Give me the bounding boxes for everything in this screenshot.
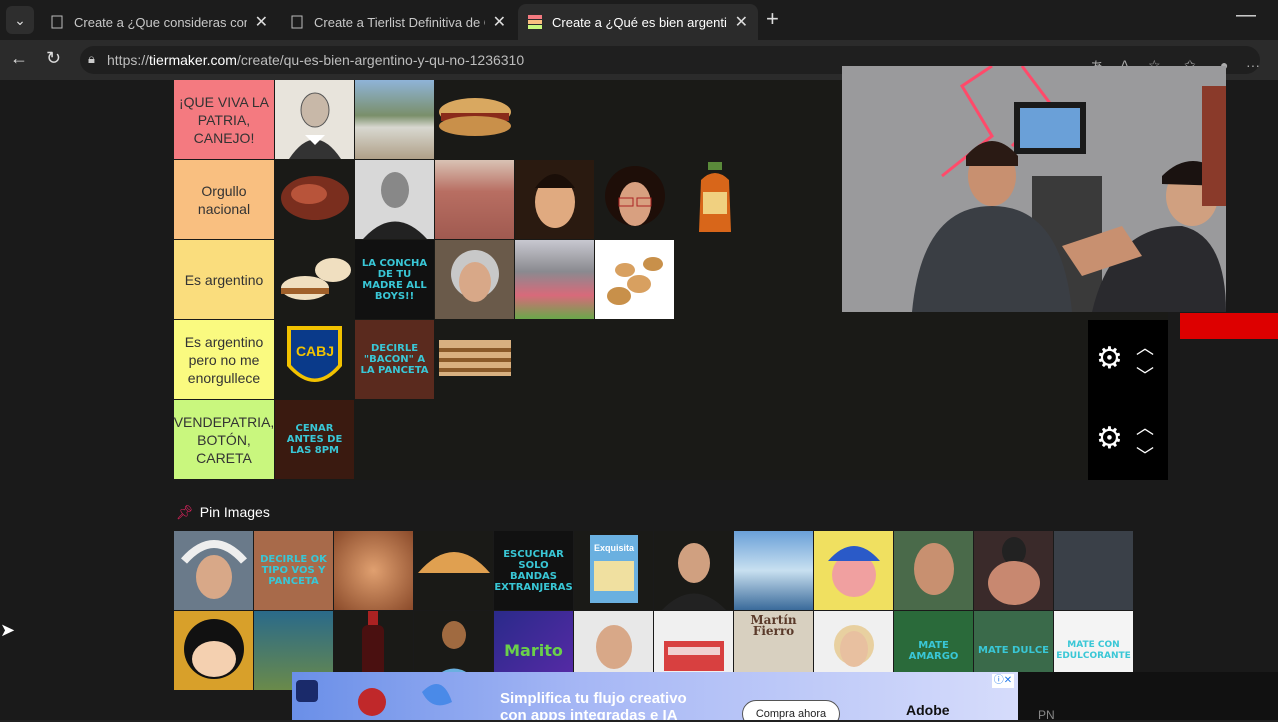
tier-image-alfajores[interactable] (275, 240, 354, 319)
settings-gear-icon[interactable]: ⚙ (1096, 424, 1123, 454)
ad-brand: Adobe (906, 702, 950, 718)
move-down-chevron-icon[interactable]: ﹀ (1136, 442, 1154, 468)
tiermaker-favicon-icon (528, 15, 542, 29)
close-icon[interactable]: ✕ (255, 12, 268, 32)
tier-image-casa-rosada[interactable] (435, 160, 514, 239)
tier-image-la-concha-de-tu-madre-all-boys[interactable]: LA CONCHA DE TU MADRE ALL BOYS!! (355, 240, 434, 319)
move-up-chevron-icon[interactable]: ︿ (1136, 334, 1154, 360)
ad-cta-button[interactable]: Compra ahora (742, 700, 840, 720)
ad-headline: Simplifica tu flujo creativo con apps in… (500, 690, 687, 720)
ad-info-icon[interactable]: ⓘ✕ (992, 674, 1014, 688)
tier-controls: ⚙ ︿ ﹀ (1088, 400, 1168, 480)
close-icon[interactable]: ✕ (493, 12, 506, 32)
tier-image-bread-rolls[interactable] (595, 240, 674, 319)
pool-image-mafalda[interactable] (174, 611, 253, 690)
tier-image-sauce-bottle[interactable] (675, 160, 754, 239)
close-icon[interactable]: ✕ (735, 12, 748, 32)
pin-icon: 📌︎ (176, 504, 194, 520)
document-icon (51, 15, 63, 29)
reload-icon[interactable]: ↻ (46, 48, 61, 69)
pool-image-cartoon-kid[interactable] (814, 531, 893, 610)
ad-artwork-icon (296, 680, 452, 716)
url-domain: tiermaker.com (149, 52, 237, 68)
minimize-icon[interactable]: — (1236, 4, 1256, 27)
tab-3-title: Create a ¿Qué es bien argentino y (552, 14, 727, 30)
pin-images-toggle[interactable]: 📌︎ Pin Images (176, 504, 270, 521)
url-text: https://tiermaker.com/create/qu-es-bien-… (107, 52, 524, 68)
tier-row: VENDEPATRIA, BOTÓN, CARETA CENAR ANTES D… (174, 400, 1168, 480)
move-up-chevron-icon[interactable]: ︿ (1136, 414, 1154, 440)
pool-image-man-face[interactable] (894, 531, 973, 610)
tier-label[interactable]: Es argentino pero no me enorgullece (174, 320, 274, 399)
crest-text: CABJ (296, 343, 334, 359)
image-caption: DECIRLE OK TIPO VOS Y PANCETA (260, 554, 327, 587)
image-caption: ESCUCHAR SOLO BANDAS EXTRANJERAS (494, 548, 573, 593)
tier-image-cenar-antes-de-las-8pm[interactable]: CENAR ANTES DE LAS 8PM (275, 400, 354, 479)
ad-headline-line-1: Simplifica tu flujo creativo (500, 690, 687, 707)
ad-banner[interactable]: Simplifica tu flujo creativo con apps in… (292, 672, 1018, 720)
tab-actions-chevron-icon[interactable]: ⌄ (6, 6, 34, 34)
tier-image-asado[interactable] (275, 160, 354, 239)
url-path: /create/qu-es-bien-argentino-y-qu-no-123… (236, 52, 525, 68)
lock-icon: 🔒︎ (88, 51, 95, 66)
image-caption: DECIRLE "BACON" A LA PANCETA (360, 343, 429, 376)
bottom-right-area (1018, 672, 1278, 720)
tier-image-boca-juniors-crest[interactable]: CABJ (275, 320, 354, 399)
pool-image-man-suit[interactable] (654, 531, 733, 610)
tier-image-grandmother[interactable] (435, 240, 514, 319)
tier-controls: ⚙ ︿ ﹀ (1088, 320, 1168, 400)
pool-image-empanada[interactable] (414, 531, 493, 610)
tier-image-choripan[interactable] (435, 80, 514, 159)
tier-image-portrait-sketch[interactable] (275, 80, 354, 159)
pool-image-dulce-de-leche[interactable] (334, 531, 413, 610)
settings-gear-icon[interactable]: ⚙ (1096, 344, 1123, 374)
ad-headline-line-2: con apps integradas e IA (500, 707, 678, 720)
tab-2[interactable]: Create a Tierlist Definitiva de Com ✕ (280, 4, 516, 40)
pin-images-label: Pin Images (199, 504, 270, 520)
tier-label[interactable]: Es argentino (174, 240, 274, 319)
webcam-overlay (842, 66, 1226, 312)
more-menu-icon[interactable]: ··· (1246, 57, 1260, 73)
tab-2-title: Create a Tierlist Definitiva de Com (314, 14, 485, 30)
browser-tab-bar: ⌄ Create a ¿Que consideras como inc ✕ Cr… (0, 0, 1278, 40)
tier-image-old-man-bw[interactable] (355, 160, 434, 239)
tab-1-title: Create a ¿Que consideras como inc (74, 14, 247, 30)
new-tab-plus-icon[interactable]: + (766, 6, 779, 32)
tier-image-decirle-bacon-a-la-panceta[interactable]: DECIRLE "BACON" A LA PANCETA (355, 320, 434, 399)
tier-label[interactable]: Orgullo nacional (174, 160, 274, 239)
move-down-chevron-icon[interactable]: ﹀ (1136, 362, 1154, 388)
document-icon (291, 15, 303, 29)
pool-image-wrestler[interactable] (974, 531, 1053, 610)
url-prefix: https:// (107, 52, 150, 68)
image-caption: LA CONCHA DE TU MADRE ALL BOYS!! (361, 257, 428, 302)
tab-1[interactable]: Create a ¿Que consideras como inc ✕ (40, 4, 278, 40)
image-caption: CENAR ANTES DE LAS 8PM (286, 423, 343, 456)
red-stream-bar (1180, 313, 1278, 339)
pool-image-streamer-headphones[interactable] (174, 531, 253, 610)
tier-label[interactable]: ¡QUE VIVA LA PATRIA, CANEJO! (174, 80, 274, 159)
pool-image-band-members[interactable] (1054, 531, 1133, 610)
pool-image-escuchar-bandas[interactable]: ESCUCHAR SOLO BANDAS EXTRANJERAS (494, 531, 573, 610)
tier-image-man-smiling[interactable] (515, 160, 594, 239)
tier-label[interactable]: VENDEPATRIA, BOTÓN, CARETA (174, 400, 274, 479)
pool-image-glacier[interactable] (734, 531, 813, 610)
pool-image-exquisita-box[interactable]: Exquisita (574, 531, 653, 610)
tab-3-active[interactable]: Create a ¿Qué es bien argentino y ✕ (518, 4, 758, 40)
box-brand-text: Exquisita (594, 543, 635, 553)
tier-image-man-glasses[interactable] (595, 160, 674, 239)
back-arrow-icon[interactable]: ← (10, 48, 28, 69)
tier-row: Es argentino pero no me enorgullece CABJ… (174, 320, 1168, 400)
mouse-cursor-icon: ➤ (0, 620, 16, 640)
tier-image-layered-cake[interactable] (435, 320, 514, 399)
tier-image-flowers-crowd[interactable] (515, 240, 594, 319)
pool-image-decirle-ok[interactable]: DECIRLE OK TIPO VOS Y PANCETA (254, 531, 333, 610)
tier-image-waterfall[interactable] (355, 80, 434, 159)
